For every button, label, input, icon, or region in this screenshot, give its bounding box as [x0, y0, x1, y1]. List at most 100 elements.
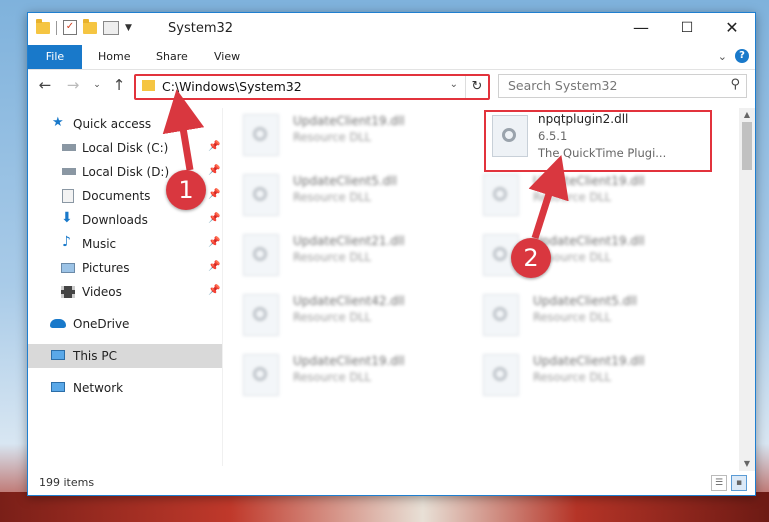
pin-icon[interactable]: 📌	[208, 165, 220, 176]
title-bar: ✓ ▼ System32 — ☐ ✕	[28, 13, 755, 45]
list-item[interactable]: UpdateClient19.dll Resource DLL	[473, 228, 701, 282]
customize-toolbar-icon[interactable]	[103, 20, 119, 35]
sidebar-item-music[interactable]: ♪ Music 📌	[28, 232, 222, 256]
tiles-view-icon[interactable]: ▪	[731, 475, 747, 491]
sidebar-item-label: Videos	[82, 285, 122, 299]
file-name: UpdateClient19.dll	[533, 174, 645, 188]
back-arrow-icon[interactable]: ←	[36, 76, 54, 94]
pane-divider	[222, 108, 223, 466]
file-type: Resource DLL	[293, 130, 372, 144]
expand-ribbon-icon[interactable]: ⌄	[718, 50, 727, 63]
new-folder-icon[interactable]	[83, 18, 97, 34]
sidebar-item-label: Quick access	[73, 117, 152, 131]
help-icon[interactable]: ?	[735, 49, 749, 63]
file-type: Resource DLL	[533, 190, 612, 204]
file-name: UpdateClient19.dll	[293, 354, 405, 368]
pin-icon[interactable]: 📌	[208, 213, 220, 224]
sidebar-item-onedrive[interactable]: OneDrive	[28, 312, 222, 336]
file-type: Resource DLL	[293, 310, 372, 324]
pin-icon[interactable]: 📌	[208, 261, 220, 272]
maximize-button[interactable]: ☐	[664, 13, 710, 45]
sidebar-item-this-pc[interactable]: This PC	[28, 344, 222, 368]
sidebar-item-local-disk-c[interactable]: Local Disk (C:) 📌	[28, 136, 222, 160]
drive-icon	[62, 144, 76, 151]
scroll-up-icon[interactable]: ▲	[739, 108, 755, 122]
star-icon: ★	[52, 115, 64, 130]
view-switcher: ☰ ▪	[711, 475, 747, 491]
cloud-icon	[50, 319, 66, 328]
forward-arrow-icon[interactable]: →	[64, 76, 82, 94]
desktop-background	[0, 492, 769, 522]
list-item[interactable]: UpdateClient19.dll Resource DLL	[473, 348, 701, 402]
chevron-down-icon[interactable]: ⌄	[450, 79, 458, 90]
list-item[interactable]: UpdateClient19.dll Resource DLL	[233, 108, 461, 162]
scroll-thumb[interactable]	[742, 122, 752, 170]
toolbar-divider	[56, 20, 57, 35]
chevron-down-icon[interactable]: ▼	[125, 23, 132, 33]
tab-home[interactable]: Home	[98, 45, 130, 69]
navigation-pane: ★ Quick access Local Disk (C:) 📌 Local D…	[28, 108, 222, 468]
pin-icon[interactable]: 📌	[208, 237, 220, 248]
dll-file-icon	[243, 114, 279, 156]
computer-icon	[51, 350, 65, 360]
callout-2: 2	[511, 238, 551, 278]
ribbon: File Home Share View ⌄ ?	[28, 45, 755, 70]
search-icon[interactable]: ⚲	[730, 77, 740, 92]
close-button[interactable]: ✕	[709, 13, 755, 45]
pin-icon[interactable]: 📌	[208, 141, 220, 152]
dll-file-icon	[243, 354, 279, 396]
list-item[interactable]: UpdateClient42.dll Resource DLL	[233, 288, 461, 342]
pictures-icon	[61, 263, 75, 273]
list-item[interactable]: UpdateClient21.dll Resource DLL	[233, 228, 461, 282]
folder-icon[interactable]	[36, 18, 50, 34]
music-icon: ♪	[62, 234, 71, 250]
file-name: UpdateClient19.dll	[533, 234, 645, 248]
search-box[interactable]: Search System32 ⚲	[498, 74, 747, 98]
highlight-box	[484, 110, 712, 172]
address-bar[interactable]: C:\Windows\System32 ⌄ ↻	[134, 74, 490, 100]
recent-locations-icon[interactable]: ⌄	[88, 76, 106, 94]
list-item[interactable]: UpdateClient5.dll Resource DLL	[233, 168, 461, 222]
search-input[interactable]: Search System32	[508, 78, 617, 93]
file-name: UpdateClient19.dll	[533, 354, 645, 368]
list-item[interactable]: UpdateClient5.dll Resource DLL	[473, 288, 701, 342]
sidebar-item-label: This PC	[73, 349, 117, 363]
sidebar-item-label: Network	[73, 381, 124, 395]
file-name: UpdateClient5.dll	[293, 174, 397, 188]
sidebar-item-label: Pictures	[82, 261, 130, 275]
sidebar-item-network[interactable]: Network	[28, 376, 222, 400]
sidebar-item-label: Downloads	[82, 213, 148, 227]
list-item[interactable]: UpdateClient19.dll Resource DLL	[473, 168, 701, 222]
documents-icon	[62, 189, 74, 203]
item-count: 199 items	[39, 476, 95, 489]
address-path[interactable]: C:\Windows\System32	[162, 79, 302, 94]
file-type: Resource DLL	[293, 190, 372, 204]
sidebar-item-pictures[interactable]: Pictures 📌	[28, 256, 222, 280]
sidebar-item-label: Local Disk (D:)	[82, 165, 170, 179]
file-name: UpdateClient5.dll	[533, 294, 637, 308]
drive-icon	[62, 168, 76, 175]
list-item[interactable]: UpdateClient19.dll Resource DLL	[233, 348, 461, 402]
vertical-scrollbar[interactable]: ▲ ▼	[739, 108, 755, 471]
ribbon-controls: ⌄ ?	[718, 49, 749, 63]
up-arrow-icon[interactable]: ↑	[110, 76, 128, 94]
callout-1: 1	[166, 170, 206, 210]
sidebar-item-videos[interactable]: Videos 📌	[28, 280, 222, 304]
window-title: System32	[168, 21, 234, 36]
tab-file[interactable]: File	[28, 45, 82, 69]
dll-file-icon	[243, 294, 279, 336]
minimize-button[interactable]: —	[618, 13, 664, 45]
sidebar-item-label: Local Disk (C:)	[82, 141, 169, 155]
sidebar-item-downloads[interactable]: ⬇ Downloads 📌	[28, 208, 222, 232]
sidebar-item-quick-access[interactable]: ★ Quick access	[28, 112, 222, 136]
pin-icon[interactable]: 📌	[208, 189, 220, 200]
tab-view[interactable]: View	[214, 45, 240, 69]
properties-check-icon[interactable]: ✓	[63, 20, 77, 35]
file-type: Resource DLL	[293, 370, 372, 384]
download-icon: ⬇	[61, 210, 73, 226]
pin-icon[interactable]: 📌	[208, 285, 220, 296]
scroll-down-icon[interactable]: ▼	[739, 457, 755, 471]
tab-share[interactable]: Share	[156, 45, 188, 69]
refresh-icon[interactable]: ↻	[465, 76, 488, 98]
details-view-icon[interactable]: ☰	[711, 475, 727, 491]
